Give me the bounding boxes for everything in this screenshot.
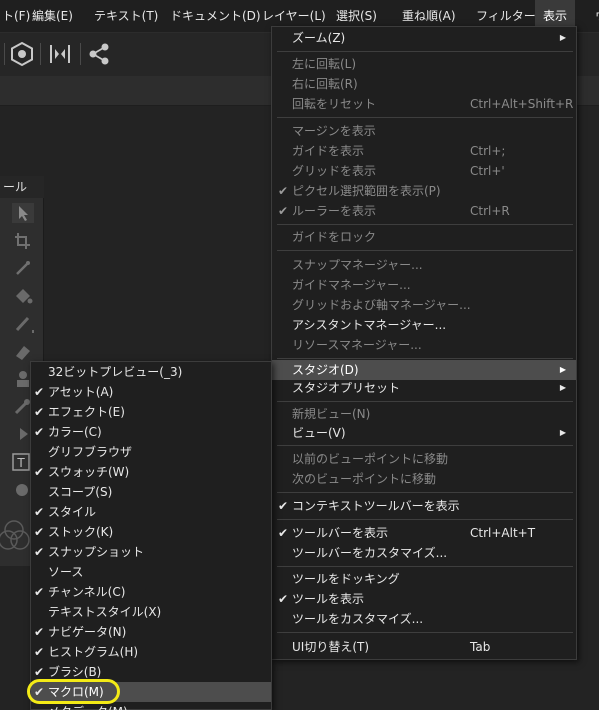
menu-item-show-margins[interactable]: マージンを表示 [272, 121, 576, 141]
share-icon[interactable] [86, 41, 112, 67]
crop-tool-icon[interactable] [12, 231, 34, 251]
menu-item-customize-toolbar[interactable]: ツールバーをカスタマイズ... [272, 543, 576, 563]
menu-item-view[interactable]: ビュー(V) ▶ [272, 423, 576, 443]
submenu-item-navigator[interactable]: ✔ ナビゲータ(N) [31, 622, 271, 642]
tools-panel-title: ール [0, 176, 44, 198]
menu-separator [277, 566, 573, 567]
paint-brush-icon[interactable] [12, 314, 34, 334]
checkmark-icon: ✔ [278, 184, 289, 198]
menu-item-snapping-manager[interactable]: スナップマネージャー... [272, 255, 576, 275]
menu-edit[interactable]: 編集(E) [24, 0, 81, 33]
menu-separator [277, 445, 573, 446]
submenu-item-assets[interactable]: ✔ アセット(A) [31, 382, 271, 402]
checkmark-icon: ✔ [34, 545, 45, 559]
checkmark-icon: ✔ [34, 465, 45, 479]
menu-item-customize-tools[interactable]: ツールをカスタマイズ... [272, 609, 576, 629]
checkmark-icon: ✔ [278, 204, 289, 218]
checkmark-icon: ✔ [278, 592, 289, 606]
submenu-item-scopes[interactable]: スコープ(S) [31, 482, 271, 502]
move-tool-icon[interactable] [12, 203, 34, 223]
menu-separator [277, 224, 573, 225]
checkmark-icon: ✔ [34, 645, 45, 659]
menu-separator [277, 117, 573, 118]
menu-item-studio[interactable]: スタジオ(D) ▶ [272, 360, 576, 380]
toolbar-separator [80, 43, 81, 65]
checkmark-icon: ✔ [278, 526, 289, 540]
distribute-icon[interactable] [47, 41, 73, 67]
menu-item-next-viewpoint[interactable]: 次のビューポイントに移動 [272, 469, 576, 489]
menu-item-dock-tools[interactable]: ツールをドッキング [272, 569, 576, 589]
submenu-arrow-icon: ▶ [559, 428, 566, 437]
eraser-icon[interactable] [12, 342, 34, 362]
svg-text:T: T [16, 456, 25, 470]
submenu-item-text-styles[interactable]: テキストスタイル(X) [31, 602, 271, 622]
menu-separator [277, 632, 573, 633]
menu-item-resource-manager[interactable]: リソースマネージャー... [272, 335, 576, 355]
checkmark-icon: ✔ [34, 405, 45, 419]
menu-item-show-grid[interactable]: グリッドを表示 Ctrl+' [272, 161, 576, 181]
selection-brush-icon[interactable] [12, 258, 34, 278]
toolbar-separator [4, 43, 5, 65]
menu-item-rotate-right[interactable]: 右に回転(R) [272, 74, 576, 94]
menu-separator [277, 250, 573, 251]
submenu-item-color[interactable]: ✔ カラー(C) [31, 422, 271, 442]
menu-item-new-view[interactable]: 新規ビュー(N) [272, 404, 576, 424]
checkmark-icon: ✔ [34, 425, 45, 439]
menu-item-zoom[interactable]: ズーム(Z) ▶ [272, 28, 576, 48]
submenu-item-swatches[interactable]: ✔ スウォッチ(W) [31, 462, 271, 482]
menu-item-toggle-ui[interactable]: UI切り替え(T) Tab [272, 637, 576, 657]
menu-item-grid-axis-manager[interactable]: グリッドおよび軸マネージャー... [272, 295, 576, 315]
menu-separator [277, 401, 573, 402]
highlight-annotation [27, 679, 120, 704]
menu-separator [277, 51, 573, 52]
checkmark-icon: ✔ [34, 625, 45, 639]
menu-item-show-tools[interactable]: ✔ ツールを表示 [272, 589, 576, 609]
submenu-item-32bit-preview[interactable]: 32ビットプレビュー(_3) [31, 362, 271, 382]
menu-item-rotate-left[interactable]: 左に回転(L) [272, 54, 576, 74]
checkmark-icon: ✔ [278, 499, 289, 513]
menu-item-show-pixel-selection[interactable]: ✔ ピクセル選択範囲を表示(P) [272, 181, 576, 201]
submenu-arrow-icon: ▶ [559, 33, 566, 42]
submenu-arrow-icon: ▶ [559, 383, 566, 392]
checkmark-icon: ✔ [34, 505, 45, 519]
menu-item-studio-presets[interactable]: スタジオプリセット ▶ [272, 378, 576, 398]
submenu-item-glyph-browser[interactable]: グリフブラウザ [31, 442, 271, 462]
menu-item-show-context-toolbar[interactable]: ✔ コンテキストツールバーを表示 [272, 496, 576, 516]
toolbar-separator [40, 43, 41, 65]
menu-item-guides-manager[interactable]: ガイドマネージャー... [272, 275, 576, 295]
view-menu: ズーム(Z) ▶ 左に回転(L) 右に回転(R) 回転をリセット Ctrl+Alt+… [271, 26, 577, 660]
menu-item-lock-guides[interactable]: ガイドをロック [272, 227, 576, 247]
flood-fill-icon[interactable] [12, 286, 34, 306]
menu-separator [277, 492, 573, 493]
submenu-item-channels[interactable]: ✔ チャンネル(C) [31, 582, 271, 602]
menu-item-show-toolbar[interactable]: ✔ ツールバーを表示 Ctrl+Alt+T [272, 523, 576, 543]
submenu-item-effects[interactable]: ✔ エフェクト(E) [31, 402, 271, 422]
menu-separator [277, 519, 573, 520]
menu-item-reset-rotation[interactable]: 回転をリセット Ctrl+Alt+Shift+R [272, 94, 576, 114]
submenu-item-styles[interactable]: ✔ スタイル [31, 502, 271, 522]
text-tool-icon[interactable]: T [10, 452, 32, 472]
submenu-item-histogram[interactable]: ✔ ヒストグラム(H) [31, 642, 271, 662]
submenu-item-sources[interactable]: ソース [31, 562, 271, 582]
checkmark-icon: ✔ [34, 525, 45, 539]
menu-document[interactable]: ドキュメント(D) [162, 0, 269, 33]
menu-window[interactable]: ウ [587, 0, 599, 33]
submenu-item-snapshots[interactable]: ✔ スナップショット [31, 542, 271, 562]
checkmark-icon: ✔ [34, 585, 45, 599]
submenu-arrow-icon: ▶ [559, 365, 566, 374]
menu-item-previous-viewpoint[interactable]: 以前のビューポイントに移動 [272, 449, 576, 469]
menu-item-assistant-manager[interactable]: アシスタントマネージャー... [272, 315, 576, 335]
studio-submenu: 32ビットプレビュー(_3) ✔ アセット(A) ✔ エフェクト(E) ✔ カラー(C… [30, 361, 272, 710]
submenu-item-stock[interactable]: ✔ ストック(K) [31, 522, 271, 542]
menu-separator [277, 358, 573, 359]
document-setup-icon[interactable] [9, 41, 35, 67]
checkmark-icon: ✔ [34, 385, 45, 399]
menu-item-show-guides[interactable]: ガイドを表示 Ctrl+; [272, 141, 576, 161]
menu-text[interactable]: テキスト(T) [86, 0, 166, 33]
menu-item-show-rulers[interactable]: ✔ ルーラーを表示 Ctrl+R [272, 201, 576, 221]
